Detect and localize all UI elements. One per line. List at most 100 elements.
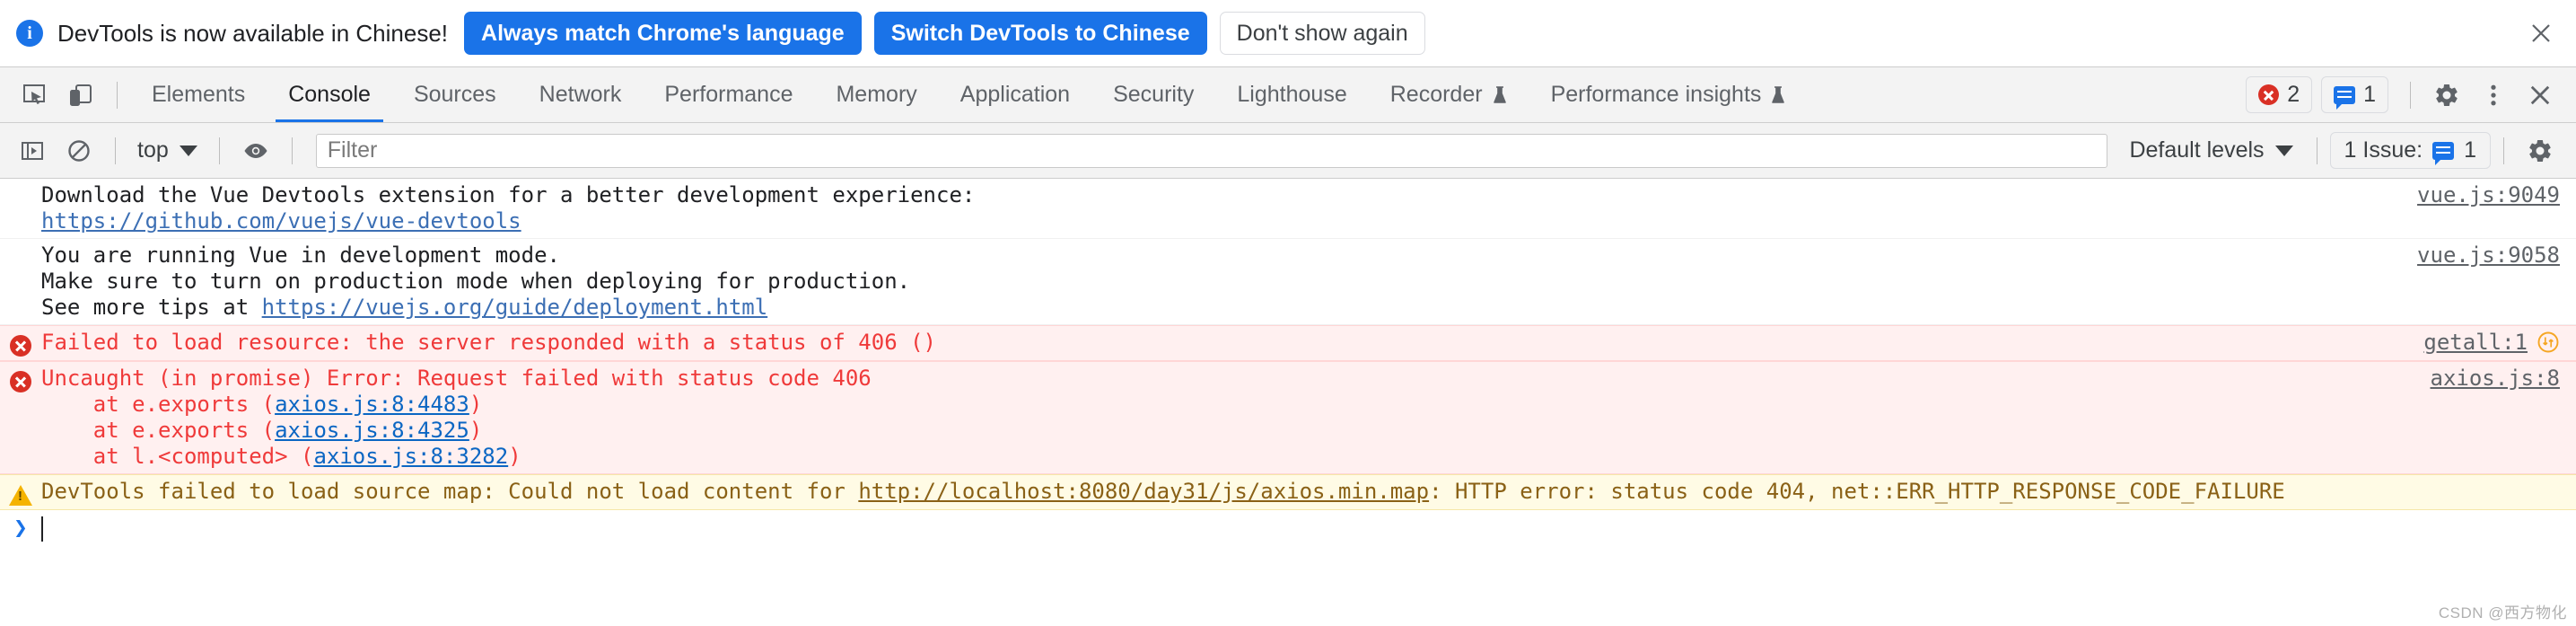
close-devtools-icon[interactable] [2520,75,2560,115]
close-icon[interactable] [2526,18,2556,48]
message-line: Make sure to turn on production mode whe… [41,269,911,294]
issue-arrows-icon[interactable] [2537,331,2560,354]
clear-console-icon[interactable] [59,131,99,171]
message-count-badge[interactable]: 1 [2321,76,2388,113]
console-toolbar: top Default levels 1 Issue: 1 [0,123,2576,179]
warning-icon [9,485,32,506]
chevron-down-icon [179,145,197,156]
message-line: You are running Vue in development mode. [41,242,560,268]
message-link[interactable]: https://vuejs.org/guide/deployment.html [262,295,768,320]
message-level-icon-slot [0,330,41,357]
console-sidebar-icon[interactable] [13,131,52,171]
dont-show-again-button[interactable]: Don't show again [1219,11,1425,56]
gear-icon[interactable] [2427,75,2466,115]
filter-input[interactable] [315,133,2108,168]
more-vertical-icon[interactable] [2474,75,2513,115]
tab-label: Console [288,82,371,107]
log-levels-label: Default levels [2129,137,2265,163]
stack-link[interactable]: axios.js:8:4483 [275,392,469,417]
tab-console[interactable]: Console [267,67,392,122]
info-icon: i [16,20,43,47]
tab-recorder[interactable]: Recorder [1369,67,1529,122]
message-line: DevTools failed to load source map: Coul… [41,479,859,504]
execution-context-selector[interactable]: top [128,137,206,163]
toolbar-divider-2 [218,137,220,164]
tab-network[interactable]: Network [518,67,644,122]
source-link[interactable]: vue.js:9058 [2417,242,2560,269]
tab-label: Security [1113,82,1195,107]
issues-count: 1 [2464,137,2476,163]
tab-performance[interactable]: Performance [643,67,814,122]
console-message[interactable]: Download the Vue Devtools extension for … [0,179,2576,239]
toolbar-divider-1 [115,137,116,164]
tab-label: Application [959,82,1071,107]
console-message[interactable]: Uncaught (in promise) Error: Request fai… [0,361,2576,474]
stack-paren: ) [508,444,521,469]
source-link[interactable]: axios.js:8 [2431,366,2561,392]
message-text: Download the Vue Devtools extension for … [41,182,2417,234]
tab-sources[interactable]: Sources [392,67,518,122]
message-line: See more tips at [41,295,262,320]
tab-label: Recorder [1389,82,1483,107]
message-icon [2334,85,2356,110]
devtools-tabstrip: Elements Console Sources Network Perform… [0,67,2576,123]
message-link[interactable]: http://localhost:8080/day31/js/axios.min… [858,479,1429,504]
tab-elements[interactable]: Elements [130,67,267,122]
message-line: Failed to load resource: the server resp… [41,330,936,355]
message-level-icon-slot [0,479,41,506]
tab-memory[interactable]: Memory [814,67,938,122]
error-icon [10,335,31,357]
error-count-badge[interactable]: 2 [2246,76,2313,113]
message-line: Download the Vue Devtools extension for … [41,182,976,207]
inspect-element-icon[interactable] [14,75,54,115]
console-message-list[interactable]: Download the Vue Devtools extension for … [0,179,2576,626]
issues-label: 1 Issue: [2344,137,2423,163]
chevron-right-icon: ❯ [13,515,28,542]
tab-list: Elements Console Sources Network Perform… [130,67,2246,122]
console-settings-gear-icon[interactable] [2520,131,2560,171]
chevron-down-icon [2274,145,2293,156]
source-link[interactable]: getall:1 [2423,330,2528,356]
console-prompt[interactable]: ❯ [0,510,2576,547]
error-icon [10,371,31,392]
message-source: getall:1 [2423,330,2576,356]
message-link[interactable]: https://github.com/vuejs/vue-devtools [41,208,521,234]
tab-label: Sources [413,82,496,107]
log-levels-selector[interactable]: Default levels [2118,137,2303,163]
infobar-message: DevTools is now available in Chinese! [57,19,449,47]
tab-lighthouse[interactable]: Lighthouse [1215,67,1368,122]
console-message[interactable]: Failed to load resource: the server resp… [0,325,2576,361]
tab-label: Memory [836,82,917,107]
experiment-flask-icon [1770,85,1786,105]
tab-performance-insights[interactable]: Performance insights [1529,67,1809,122]
stack-paren: ) [469,392,483,417]
device-toolbar-icon[interactable] [61,75,101,115]
tab-security[interactable]: Security [1091,67,1215,122]
stack-line: at e.exports ( [41,392,276,417]
devtools-window: i DevTools is now available in Chinese! … [0,0,2576,626]
text-cursor [41,516,43,542]
stack-line: at e.exports ( [41,418,276,443]
stack-link[interactable]: axios.js:8:3282 [313,444,508,469]
live-expression-eye-icon[interactable] [236,131,276,171]
console-message[interactable]: DevTools failed to load source map: Coul… [0,474,2576,510]
message-icon [2432,141,2455,165]
always-match-language-button[interactable]: Always match Chrome's language [464,11,862,56]
error-count-value: 2 [2287,82,2300,107]
switch-devtools-language-button[interactable]: Switch DevTools to Chinese [873,11,1207,56]
status-divider [2410,81,2411,109]
message-source: vue.js:9058 [2417,242,2576,269]
stack-paren: ) [469,418,483,443]
source-link[interactable]: vue.js:9049 [2417,182,2560,208]
message-source: vue.js:9049 [2417,182,2576,208]
message-line: : HTTP error: status code 404, net::ERR_… [1429,479,2285,504]
console-message[interactable]: You are running Vue in development mode.… [0,239,2576,325]
message-line: Uncaught (in promise) Error: Request fai… [41,366,872,391]
issues-badge[interactable]: 1 Issue: 1 [2329,132,2491,169]
message-source: axios.js:8 [2431,366,2576,392]
message-text: DevTools failed to load source map: Coul… [41,479,2560,505]
stack-link[interactable]: axios.js:8:4325 [275,418,469,443]
message-level-icon-slot [0,182,41,185]
tab-application[interactable]: Application [939,67,1091,122]
stack-line: at l.<computed> ( [41,444,314,469]
